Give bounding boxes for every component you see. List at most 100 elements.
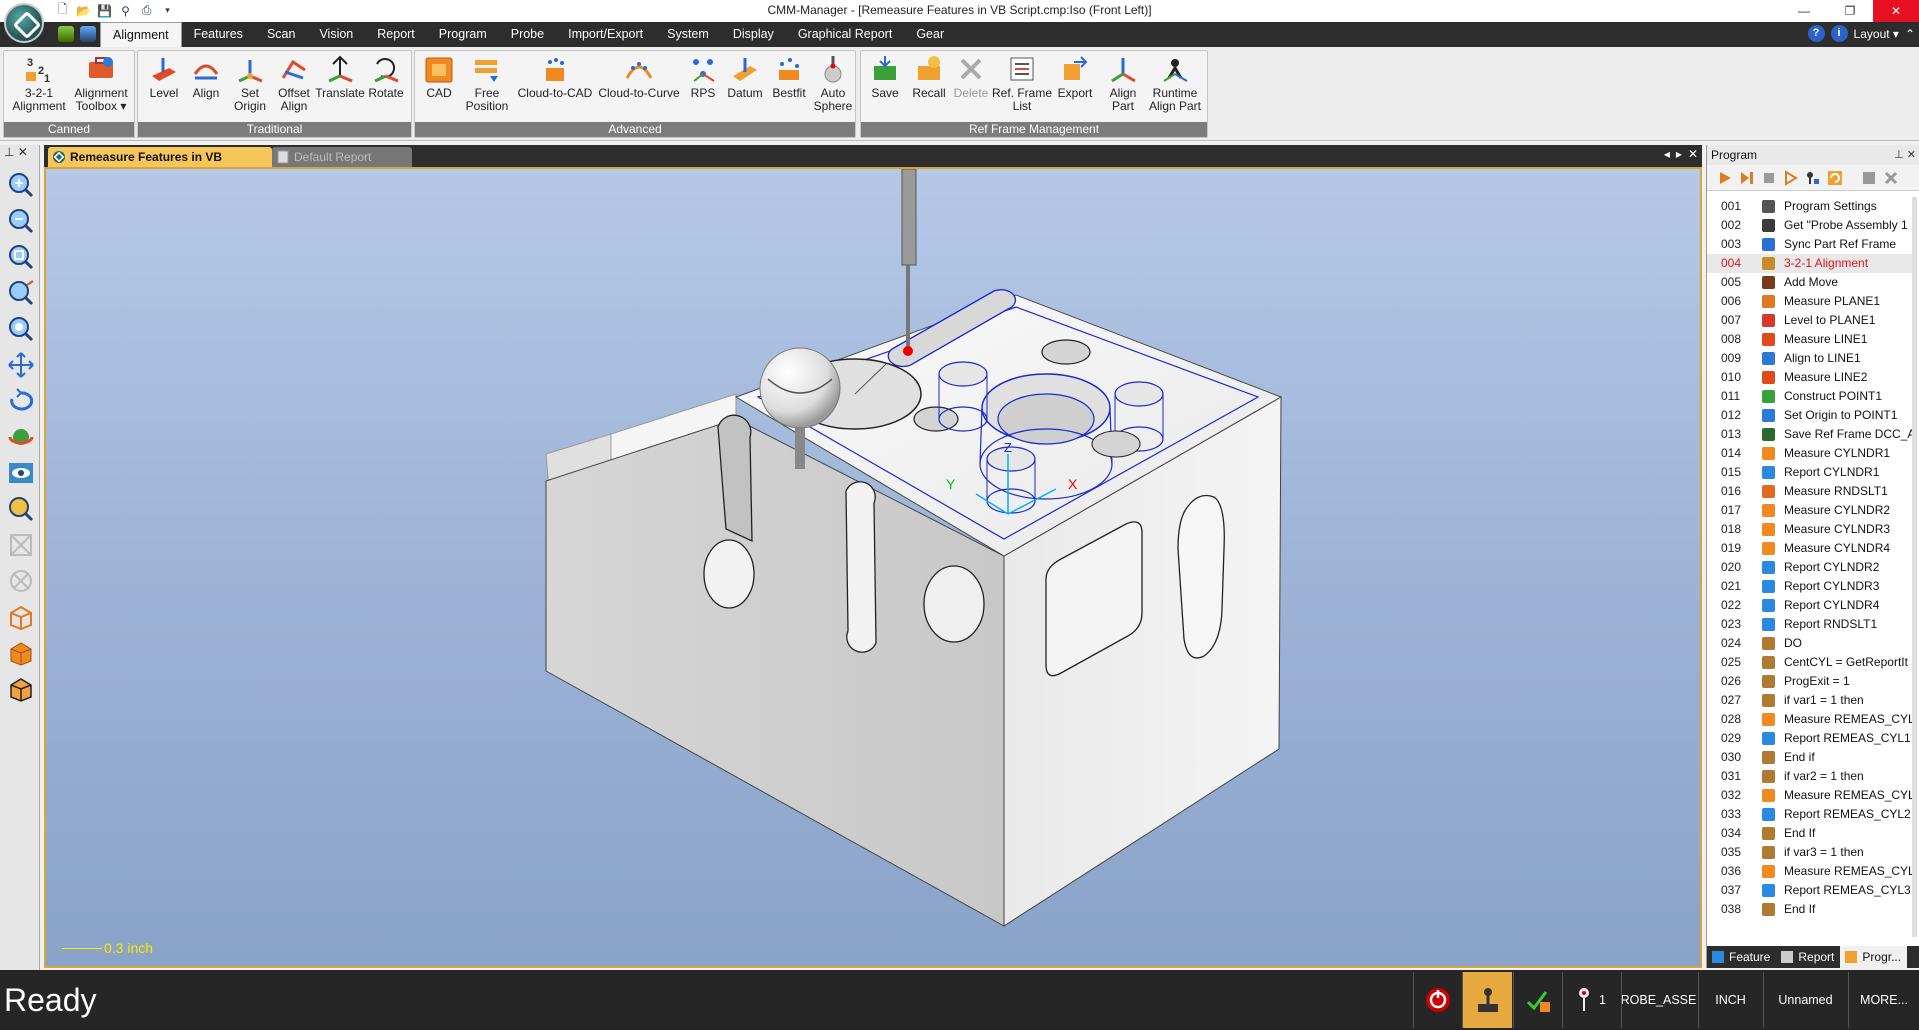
layout-menu[interactable]: Layout ▾ bbox=[1854, 27, 1899, 41]
program-step-row[interactable]: 035 if var3 = 1 then bbox=[1707, 843, 1912, 862]
tab-import-export[interactable]: Import/Export bbox=[556, 22, 655, 47]
zoom-selection-icon[interactable] bbox=[7, 495, 35, 523]
program-step-row[interactable]: 012 Set Origin to POINT1 bbox=[1707, 406, 1912, 425]
ref-frame-list-button[interactable]: Ref. Frame List bbox=[991, 54, 1053, 113]
zoom-in-icon[interactable] bbox=[7, 171, 35, 199]
close-panel-icon[interactable]: ✕ bbox=[1907, 149, 1916, 161]
program-step-row[interactable]: 025 CentCYL = GetReportIt bbox=[1707, 653, 1912, 672]
program-step-row[interactable]: 002 Get "Probe Assembly 1 bbox=[1707, 216, 1912, 235]
tab-program[interactable]: Program bbox=[427, 22, 499, 47]
program-step-row[interactable]: 004 3-2-1 Alignment bbox=[1707, 254, 1912, 273]
stop-icon[interactable] bbox=[1761, 170, 1777, 186]
program-step-row[interactable]: 005 Add Move bbox=[1707, 273, 1912, 292]
program-step-row[interactable]: 024 DO bbox=[1707, 634, 1912, 653]
program-step-row[interactable]: 003 Sync Part Ref Frame bbox=[1707, 235, 1912, 254]
program-step-row[interactable]: 032 Measure REMEAS_CYL bbox=[1707, 786, 1912, 805]
program-step-row[interactable]: 006 Measure PLANE1 bbox=[1707, 292, 1912, 311]
rps-button[interactable]: RPS bbox=[683, 54, 723, 100]
restore-button[interactable]: ❐ bbox=[1827, 0, 1873, 22]
program-step-row[interactable]: 030 End if bbox=[1707, 748, 1912, 767]
collapse-icon[interactable] bbox=[1861, 170, 1877, 186]
program-step-row[interactable]: 019 Measure CYLNDR4 bbox=[1707, 539, 1912, 558]
program-step-row[interactable]: 036 Measure REMEAS_CYL bbox=[1707, 862, 1912, 881]
shaded-icon[interactable] bbox=[7, 639, 35, 667]
recall-button[interactable]: Recall bbox=[907, 54, 951, 100]
export-ref-button[interactable]: Export bbox=[1053, 54, 1097, 100]
joystick-button[interactable] bbox=[1462, 972, 1512, 1028]
program-step-row[interactable]: 023 Report RNDSLT1 bbox=[1707, 615, 1912, 634]
align-button[interactable]: Align bbox=[186, 54, 226, 100]
doc-tab-default-report[interactable]: Default Report bbox=[272, 147, 412, 167]
delete-ref-button[interactable]: Delete bbox=[951, 54, 991, 100]
probe-name-cell[interactable]: PROBE_ASSEM bbox=[1621, 972, 1697, 1028]
tab-report[interactable]: Report bbox=[365, 22, 427, 47]
save-ref-button[interactable]: Save bbox=[865, 54, 905, 100]
wireframe-icon[interactable] bbox=[7, 603, 35, 631]
program-step-row[interactable]: 027 if var1 = 1 then bbox=[1707, 691, 1912, 710]
run-icon[interactable] bbox=[1717, 170, 1733, 186]
orbit-icon[interactable] bbox=[7, 423, 35, 451]
set-origin-button[interactable]: Set Origin bbox=[228, 54, 272, 113]
tab-vision[interactable]: Vision bbox=[307, 22, 365, 47]
help-icon[interactable]: ? bbox=[1807, 25, 1825, 42]
disable-icon[interactable] bbox=[1883, 170, 1899, 186]
program-step-row[interactable]: 013 Save Ref Frame DCC_A bbox=[1707, 425, 1912, 444]
refresh-icon[interactable] bbox=[1827, 170, 1843, 186]
doc-tab-active[interactable]: Remeasure Features in VB Script... bbox=[48, 147, 272, 184]
tab-features[interactable]: Features bbox=[182, 22, 255, 47]
anchor-icon[interactable] bbox=[80, 26, 96, 42]
close-button[interactable]: ✕ bbox=[1873, 0, 1919, 22]
panel-tab-feature[interactable]: Feature bbox=[1707, 946, 1776, 968]
rotate-button[interactable]: Rotate bbox=[364, 54, 408, 100]
zoom-all-icon[interactable] bbox=[7, 315, 35, 343]
scroll-left-icon[interactable]: ◂ bbox=[1664, 147, 1670, 161]
program-step-row[interactable]: 010 Measure LINE2 bbox=[1707, 368, 1912, 387]
units-cell[interactable]: INCH bbox=[1698, 972, 1762, 1028]
program-step-row[interactable]: 016 Measure RNDSLT1 bbox=[1707, 482, 1912, 501]
level-button[interactable]: Level bbox=[144, 54, 184, 100]
pin-icon[interactable]: ⊥ bbox=[4, 145, 14, 159]
program-step-row[interactable]: 034 End If bbox=[1707, 824, 1912, 843]
program-step-row[interactable]: 029 Report REMEAS_CYL1 bbox=[1707, 729, 1912, 748]
program-step-row[interactable]: 008 Measure LINE1 bbox=[1707, 330, 1912, 349]
program-step-row[interactable]: 009 Align to LINE1 bbox=[1707, 349, 1912, 368]
alignment-321-button[interactable]: 321 3-2-1 Alignment bbox=[8, 54, 70, 113]
info-icon[interactable]: i bbox=[1830, 25, 1848, 42]
panel-tab-program[interactable]: Progr... bbox=[1840, 946, 1908, 968]
tab-system[interactable]: System bbox=[655, 22, 721, 47]
zoom-window-icon[interactable] bbox=[7, 279, 35, 307]
tab-probe[interactable]: Probe bbox=[499, 22, 556, 47]
shaded-edges-icon[interactable] bbox=[7, 675, 35, 703]
run-from-icon[interactable] bbox=[1783, 170, 1799, 186]
app-logo-icon[interactable] bbox=[4, 3, 44, 43]
program-step-row[interactable]: 028 Measure REMEAS_CYL bbox=[1707, 710, 1912, 729]
scroll-right-icon[interactable]: ▸ bbox=[1676, 147, 1682, 161]
clip-view-icon[interactable] bbox=[7, 567, 35, 595]
datum-button[interactable]: Datum bbox=[723, 54, 767, 100]
program-step-row[interactable]: 007 Level to PLANE1 bbox=[1707, 311, 1912, 330]
section-view-icon[interactable] bbox=[7, 531, 35, 559]
probe-count-cell[interactable]: 1 bbox=[1562, 972, 1620, 1028]
program-step-row[interactable]: 038 End If bbox=[1707, 900, 1912, 919]
close-doc-icon[interactable]: ✕ bbox=[1688, 147, 1698, 161]
close-view-toolbar-icon[interactable]: ✕ bbox=[18, 145, 28, 159]
ribbon-collapse-icon[interactable]: ⌃ bbox=[1905, 27, 1915, 41]
tab-gear[interactable]: Gear bbox=[904, 22, 956, 47]
runtime-align-part-button[interactable]: Runtime Align Part bbox=[1145, 54, 1205, 113]
program-scrollbar[interactable] bbox=[1912, 197, 1917, 937]
more-cell[interactable]: MORE... bbox=[1848, 972, 1919, 1028]
pan-icon[interactable] bbox=[7, 351, 35, 379]
program-step-row[interactable]: 001 Program Settings bbox=[1707, 197, 1912, 216]
program-step-row[interactable]: 020 Report CYLNDR2 bbox=[1707, 558, 1912, 577]
emergency-stop-button[interactable] bbox=[1413, 972, 1461, 1028]
machine-icon[interactable] bbox=[58, 26, 74, 42]
pin-icon[interactable]: ⊥ bbox=[1894, 149, 1904, 161]
program-step-row[interactable]: 037 Report REMEAS_CYL3 bbox=[1707, 881, 1912, 900]
machine-status-button[interactable] bbox=[1513, 972, 1561, 1028]
zoom-fit-icon[interactable] bbox=[7, 243, 35, 271]
free-position-button[interactable]: Free Position bbox=[459, 54, 515, 113]
ref-frame-cell[interactable]: Unnamed bbox=[1763, 972, 1847, 1028]
auto-sphere-button[interactable]: Auto Sphere bbox=[811, 54, 855, 113]
panel-tab-report[interactable]: Report bbox=[1776, 946, 1840, 968]
program-step-row[interactable]: 026 ProgExit = 1 bbox=[1707, 672, 1912, 691]
